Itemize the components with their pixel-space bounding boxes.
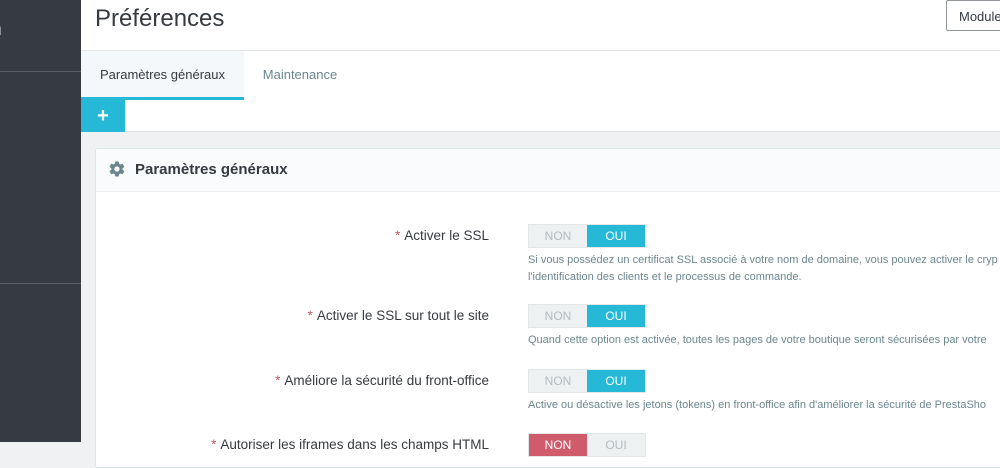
field-label: * Améliore la sécurité du front-office (275, 373, 489, 388)
required-marker: * (394, 228, 401, 243)
panel-heading: Paramètres généraux (96, 149, 1000, 192)
panel-title: Paramètres généraux (135, 161, 288, 178)
ssl-switch[interactable]: NON OUI (528, 224, 646, 248)
iframes-switch[interactable]: NON OUI (528, 433, 646, 457)
ssl-everywhere-switch[interactable]: NON OUI (528, 304, 646, 328)
field-help: Quand cette option est activée, toutes l… (528, 334, 987, 346)
tabs-bar: Paramètres généraux Maintenance (81, 51, 1000, 100)
add-button[interactable]: + (81, 100, 125, 132)
sidebar-divider (0, 283, 81, 284)
switch-on-option[interactable]: OUI (587, 370, 645, 392)
page-title: Préférences (95, 5, 225, 32)
switch-off-option[interactable]: NON (529, 305, 587, 327)
field-help: Active ou désactive les jetons (tokens) … (528, 399, 987, 411)
sidebar-item-dashboard[interactable]: ord (0, 24, 81, 38)
tab-general-settings[interactable]: Paramètres généraux (81, 51, 244, 100)
switch-off-option[interactable]: NON (529, 434, 587, 456)
switch-on-option[interactable]: OUI (587, 305, 645, 327)
sidebar-divider (0, 71, 81, 72)
front-security-switch[interactable]: NON OUI (528, 369, 646, 393)
switch-off-option[interactable]: NON (529, 370, 587, 392)
tab-maintenance[interactable]: Maintenance (244, 51, 356, 100)
toolbar-strip: + (81, 100, 1000, 132)
field-label: * Activer le SSL (394, 228, 489, 243)
field-label: * Autoriser les iframes dans les champs H… (211, 437, 489, 452)
gear-icon (109, 161, 125, 177)
switch-off-option[interactable]: NON (529, 225, 587, 247)
field-help: Si vous possédez un certificat SSL assoc… (528, 254, 998, 283)
switch-on-option[interactable]: OUI (587, 434, 645, 456)
sidebar: ord (0, 0, 81, 442)
required-marker: * (211, 437, 217, 452)
field-label: * Activer le SSL sur tout le site (307, 308, 489, 323)
page-header: Préférences Modules (81, 0, 1000, 51)
required-marker: * (307, 308, 313, 323)
modules-button[interactable]: Modules (946, 0, 1000, 31)
switch-on-option[interactable]: OUI (587, 225, 645, 247)
required-marker: * (275, 373, 281, 388)
general-settings-panel: Paramètres généraux * Activer le SSL NON … (95, 148, 1000, 468)
